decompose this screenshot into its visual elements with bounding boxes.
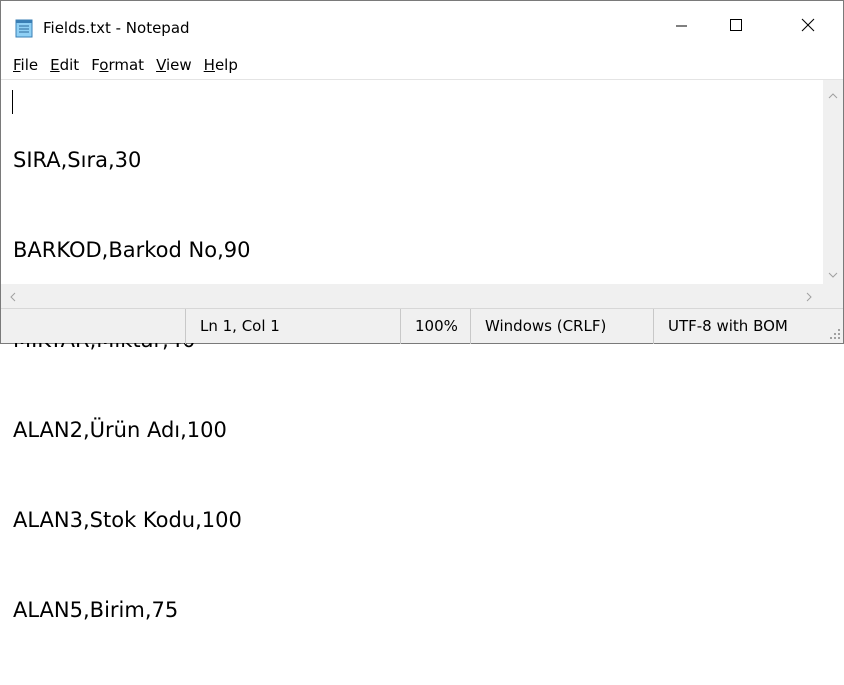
text-line[interactable]: BARKOD,Barkod No,90	[13, 235, 823, 265]
window-title: Fields.txt - Notepad	[43, 19, 190, 37]
vertical-scrollbar[interactable]	[823, 80, 843, 285]
minimize-button[interactable]	[659, 1, 705, 51]
chevron-left-icon	[10, 287, 16, 306]
close-button[interactable]	[785, 1, 831, 51]
menu-file[interactable]: File	[7, 52, 44, 78]
status-bar: Ln 1, Col 1 100% Windows (CRLF) UTF-8 wi…	[1, 308, 843, 344]
notepad-icon	[15, 18, 33, 38]
scroll-down-button[interactable]	[823, 263, 843, 281]
editor-area[interactable]: SIRA,Sıra,30 BARKOD,Barkod No,90 MIKTAR,…	[1, 79, 843, 622]
scroll-right-button[interactable]	[799, 287, 819, 305]
status-line-ending: Windows (CRLF)	[470, 309, 653, 344]
text-line[interactable]: ALAN3,Stok Kodu,100	[13, 505, 823, 535]
chevron-right-icon	[806, 287, 812, 306]
notepad-window: Fields.txt - Notepad File Edit Format Vi…	[0, 0, 844, 622]
status-encoding: UTF-8 with BOM	[653, 309, 823, 344]
menu-format-post: rmat	[108, 56, 145, 74]
status-zoom: 100%	[400, 309, 470, 344]
minimize-icon	[676, 17, 688, 36]
scroll-up-button[interactable]	[823, 84, 843, 102]
menu-view-post: iew	[166, 56, 192, 74]
menu-edit-accel: E	[50, 56, 60, 74]
menu-help-post: elp	[214, 56, 238, 74]
scrollbar-corner	[823, 284, 843, 308]
horizontal-scrollbar[interactable]	[1, 284, 823, 308]
text-line[interactable]: ALAN5,Birim,75	[13, 595, 823, 625]
chevron-down-icon	[828, 263, 838, 282]
title-bar[interactable]: Fields.txt - Notepad	[1, 1, 843, 51]
text-caret	[12, 90, 13, 114]
maximize-icon	[729, 17, 743, 36]
status-cursor-position: Ln 1, Col 1	[185, 309, 400, 344]
chevron-up-icon	[828, 84, 838, 103]
text-content[interactable]: SIRA,Sıra,30 BARKOD,Barkod No,90 MIKTAR,…	[1, 80, 823, 622]
menu-help[interactable]: Help	[198, 52, 244, 78]
scroll-left-button[interactable]	[3, 287, 23, 305]
menu-bar: File Edit Format View Help	[1, 51, 843, 79]
maximize-button[interactable]	[713, 1, 759, 51]
menu-format[interactable]: Format	[85, 52, 150, 78]
text-line[interactable]: SIRA,Sıra,30	[13, 145, 823, 175]
menu-file-accel: F	[13, 56, 21, 74]
menu-view[interactable]: View	[150, 52, 198, 78]
text-line[interactable]: ALAN2,Ürün Adı,100	[13, 415, 823, 445]
close-icon	[801, 17, 815, 36]
menu-file-post: ile	[20, 56, 39, 74]
resize-grip-icon[interactable]	[829, 325, 841, 339]
menu-help-accel: H	[203, 56, 215, 74]
menu-view-accel: V	[156, 56, 166, 74]
menu-edit[interactable]: Edit	[44, 52, 85, 78]
menu-edit-post: dit	[59, 56, 80, 74]
